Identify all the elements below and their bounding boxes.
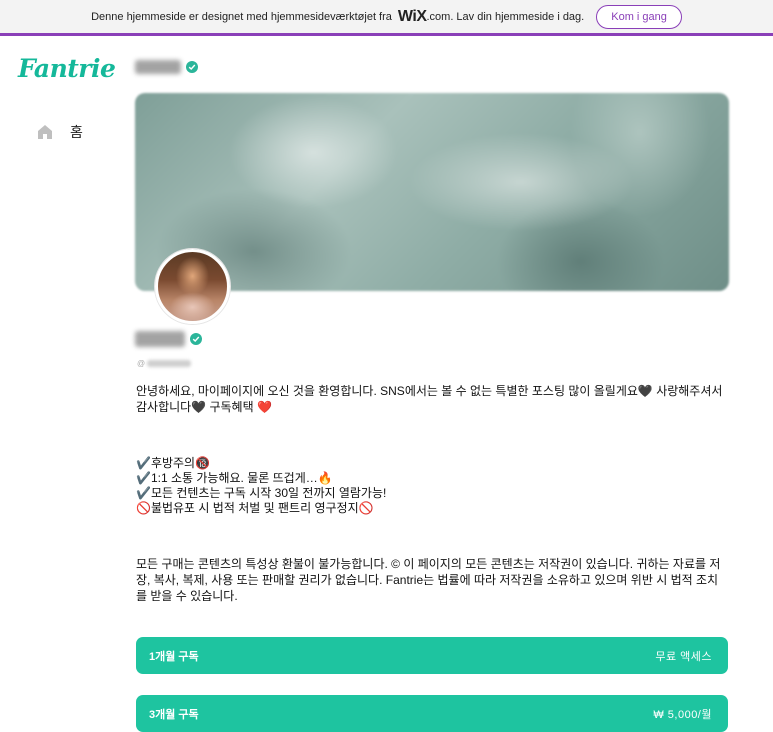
blurred-creator-name xyxy=(135,331,185,347)
subscription-label: 3개월 구독 xyxy=(149,708,199,721)
subscription-price: ₩ 5,000/월 xyxy=(653,708,712,721)
home-icon xyxy=(36,123,54,141)
creator-handle: @ xyxy=(137,359,192,368)
creator-name-header xyxy=(135,60,198,74)
verified-check-icon xyxy=(186,61,198,73)
handle-prefix: @ xyxy=(137,359,146,368)
subscription-option-3-month[interactable]: 3개월 구독 ₩ 5,000/월 xyxy=(136,695,728,732)
bio-intro: 안녕하세요, 마이페이지에 오신 것을 환영합니다. SNS에서는 볼 수 없는… xyxy=(136,384,723,414)
list-item: ✔️후방주의🔞 xyxy=(136,456,211,470)
bio-benefits-list: ✔️후방주의🔞 ✔️1:1 소통 가능해요. 물론 뜨겁게…🔥 ✔️모든 컨텐츠… xyxy=(136,456,726,516)
verified-check-icon xyxy=(190,333,202,345)
copyright-notice: 모든 구매는 콘텐츠의 특성상 환불이 불가능합니다. © 이 페이지의 모든 … xyxy=(136,557,721,603)
wix-banner-text-after: .com. Lav din hjemmeside i dag. xyxy=(426,10,585,23)
sidebar-item-home[interactable]: 홈 xyxy=(36,122,83,142)
get-started-button[interactable]: Kom i gang xyxy=(596,4,682,29)
wix-promo-banner: Denne hjemmeside er designet med hjemmes… xyxy=(0,0,773,36)
list-item: ✔️1:1 소통 가능해요. 물론 뜨겁게…🔥 xyxy=(136,471,333,485)
sidebar-item-label: 홈 xyxy=(70,124,83,140)
list-item: ✔️모든 컨텐츠는 구독 시작 30일 전까지 열람가능! xyxy=(136,486,387,500)
creator-name xyxy=(135,331,202,347)
blurred-handle xyxy=(147,360,192,367)
cover-image xyxy=(135,93,729,291)
fantrie-logo[interactable]: Fantrie xyxy=(18,54,116,83)
subscription-label: 1개월 구독 xyxy=(149,650,199,663)
blurred-creator-name xyxy=(135,60,181,74)
subscription-price: 무료 액세스 xyxy=(655,650,712,663)
subscription-option-1-month[interactable]: 1개월 구독 무료 액세스 xyxy=(136,637,728,674)
wix-logo: WiX xyxy=(397,7,427,25)
list-item: 🚫불법유포 시 법적 처벌 및 팬트리 영구정지🚫 xyxy=(136,501,374,515)
avatar[interactable] xyxy=(155,249,230,324)
wix-banner-text-before: Denne hjemmeside er designet med hjemmes… xyxy=(91,10,392,23)
